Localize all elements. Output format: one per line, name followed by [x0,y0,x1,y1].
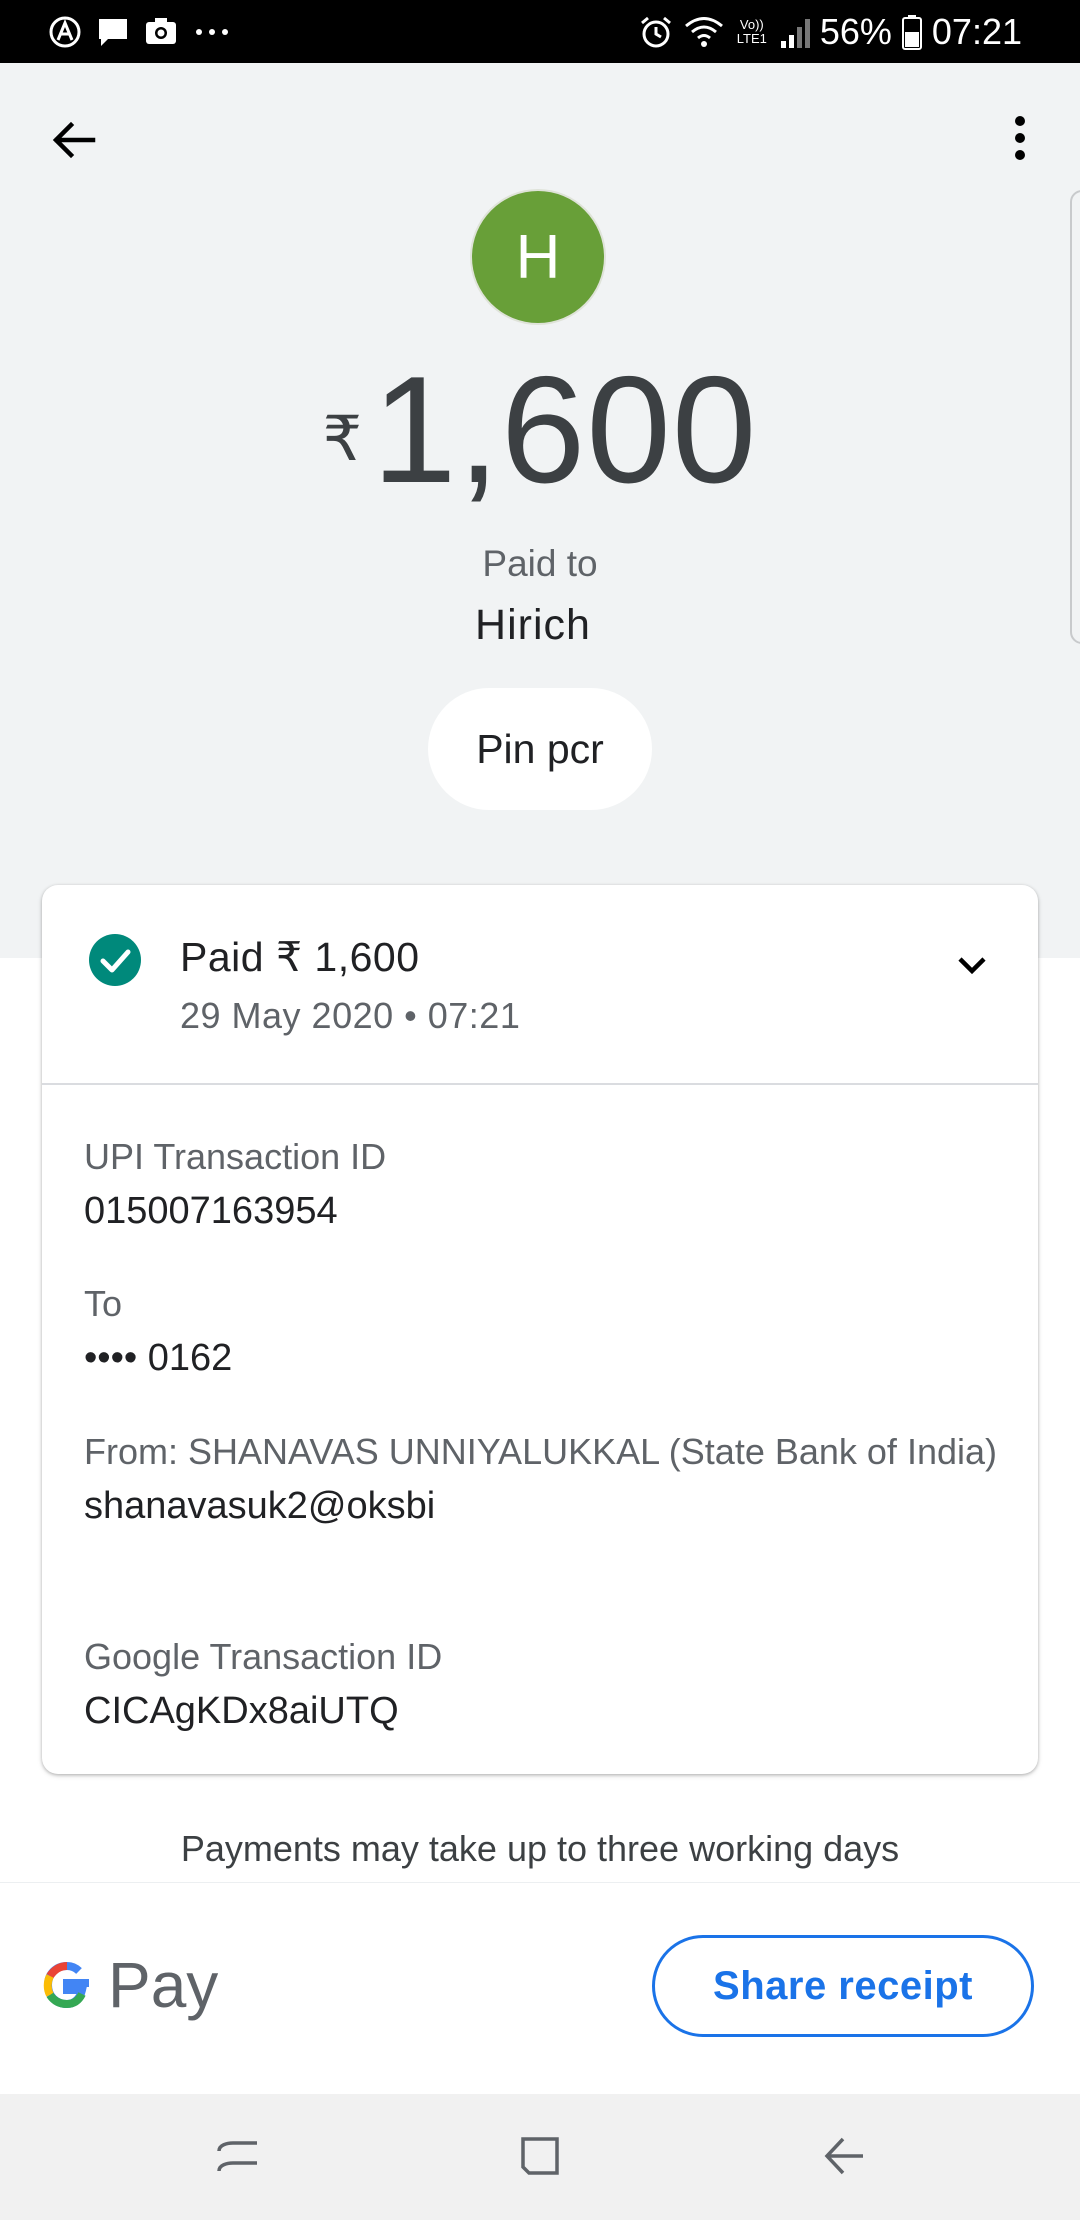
arrow-left-icon [52,121,96,159]
google-pay-wordmark: Pay [108,1949,219,2021]
system-navigation-bar [0,2094,1080,2220]
home-button[interactable] [508,2124,572,2188]
transaction-details-card: Paid ₹ 1,600 29 May 2020 • 07:21 UPI Tra… [42,885,1038,1774]
system-icons: Vo)) LTE1 56% 07:21 [638,6,1022,58]
expand-button[interactable] [942,935,1002,995]
payment-note-chip: Pin pcr [428,688,652,810]
paid-status-title: Paid ₹ 1,600 [180,934,420,980]
battery-percent: 56% [819,11,892,52]
upi-transaction-id: UPI Transaction ID 015007163954 [84,1130,1004,1238]
app-notification-icon [48,15,82,49]
google-g-logo-icon [43,1961,89,2009]
currency-symbol: ₹ [322,405,363,474]
payee-name: Hirich [475,601,591,649]
chevron-down-icon [958,957,986,975]
more-vert-icon [1015,116,1025,160]
recipient-account: To •••• 0162 [84,1277,1004,1385]
sender-account: From: SHANAVAS UNNIYALUKKAL (State Bank … [84,1425,1004,1533]
detail-label: From: SHANAVAS UNNIYALUKKAL (State Bank … [84,1431,997,1472]
google-pay-logo: Pay [40,1949,219,2021]
system-back-button[interactable] [812,2124,876,2188]
battery-icon [901,14,922,50]
recent-apps-icon [217,2141,257,2172]
detail-value: •••• 0162 [84,1337,233,1379]
back-button[interactable] [44,110,104,170]
recent-apps-button[interactable] [206,2124,270,2188]
detail-value: shanavasuk2@oksbi [84,1485,436,1527]
signal-icon [780,15,810,49]
paid-to-label: Paid to [482,543,598,584]
transaction-status-header[interactable]: Paid ₹ 1,600 29 May 2020 • 07:21 [42,885,1038,1083]
detail-label: Google Transaction ID [84,1636,443,1677]
wifi-icon [684,14,724,50]
card-divider [42,1083,1038,1085]
more-notifications-icon [192,15,232,49]
detail-value: 015007163954 [84,1190,338,1232]
payment-datetime: 29 May 2020 • 07:21 [180,995,521,1036]
detail-label: UPI Transaction ID [84,1136,387,1177]
screenshot-icon [144,15,178,49]
home-square-icon [521,2137,559,2175]
alarm-icon [638,14,674,50]
share-receipt-button[interactable]: Share receipt [652,1935,1034,2037]
payment-amount: ₹ 1,600 [0,350,1080,510]
footer-divider [0,1882,1080,1883]
detail-label: To [84,1283,123,1324]
detail-value: CICAgKDx8aiUTQ [84,1690,399,1732]
network-type-label: Vo)) LTE1 [736,17,767,46]
google-transaction-id: Google Transaction ID CICAgKDx8aiUTQ [84,1630,1004,1738]
message-icon [96,15,130,49]
notification-icons [48,10,232,54]
check-circle-icon [89,934,141,986]
status-time: 07:21 [931,11,1022,52]
back-arrow-icon [824,2137,863,2175]
status-bar: Vo)) LTE1 56% 07:21 [0,0,1080,63]
payment-delay-note: Payments may take up to three working da… [180,1828,900,1869]
amount-value: 1,600 [372,345,758,515]
payee-avatar: H [472,191,604,323]
more-options-button[interactable] [992,106,1048,170]
